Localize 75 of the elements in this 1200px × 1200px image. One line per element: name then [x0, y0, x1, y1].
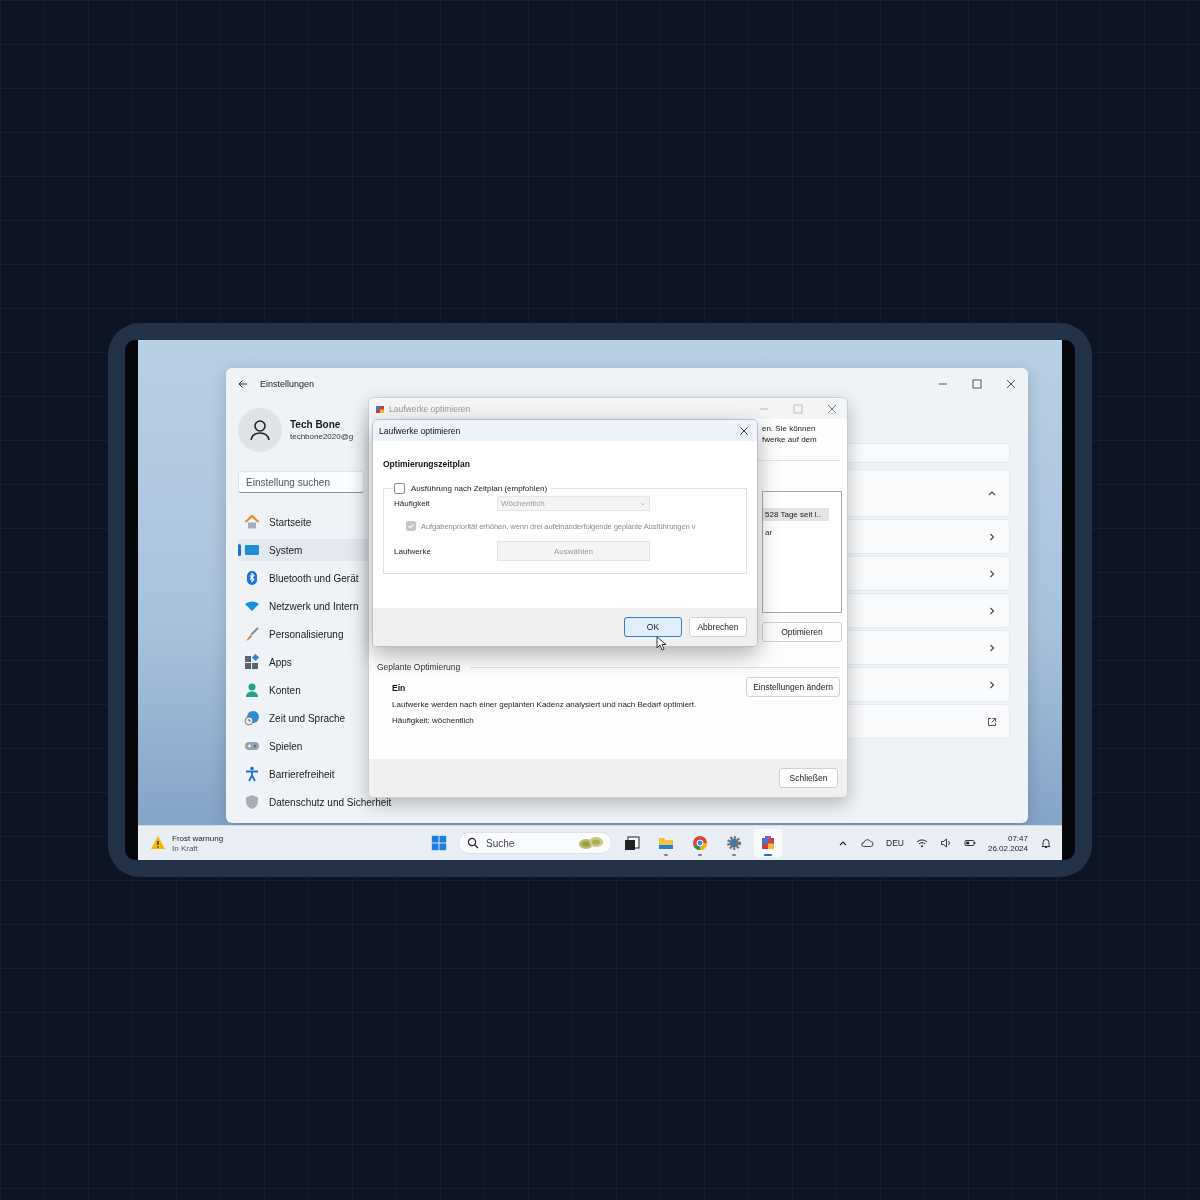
status-text: Ein	[392, 683, 407, 693]
wifi-icon[interactable]	[915, 837, 928, 849]
task-view-icon	[624, 835, 640, 851]
close-button[interactable]: Schließen	[779, 768, 838, 788]
apps-icon	[244, 654, 260, 670]
speaker-icon[interactable]	[939, 837, 952, 849]
description-text: fwerke auf dem	[762, 435, 818, 444]
weather-widget[interactable]: Frost warnung In Kraft	[150, 833, 250, 853]
chevron-right-icon	[987, 642, 997, 653]
nav-item[interactable]: Barrierefreiheit	[238, 763, 372, 785]
avatar	[238, 408, 282, 452]
field-label: Laufwerke	[394, 546, 432, 556]
user-name: Tech Bone	[290, 419, 342, 430]
battery-icon[interactable]	[963, 837, 976, 849]
monitor-icon	[244, 542, 260, 558]
taskbar-search[interactable]: Suche	[458, 832, 612, 854]
dialog-button[interactable]: Abbrechen	[689, 617, 747, 637]
field-label: Häufigkeit	[394, 499, 431, 508]
description-text: Laufwerke werden nach einer geplanten Kadenz analysiert und nach Bedarf optimiert.	[392, 700, 697, 709]
warning-icon	[150, 835, 166, 851]
bell-icon[interactable]	[1040, 837, 1052, 849]
window-title: Laufwerke optimieren	[389, 403, 471, 414]
cloud-icon[interactable]	[860, 838, 874, 848]
maximize-icon[interactable]	[972, 379, 982, 389]
brush-icon	[244, 626, 260, 642]
nav-item[interactable]: Datenschutz und Sicherheit	[238, 791, 392, 813]
nuts-icon	[577, 835, 605, 851]
person-icon	[244, 682, 260, 698]
chevron-right-icon	[987, 605, 997, 616]
accessibility-icon	[244, 766, 260, 782]
nav-item[interactable]: Konten	[238, 679, 372, 701]
chevron-right-icon	[987, 531, 997, 542]
optimize-button[interactable]: Optimieren	[762, 622, 842, 642]
checkbox-label: Ausführung nach Zeitplan (empfohlen)	[411, 484, 548, 493]
folder-icon	[658, 835, 674, 851]
close-icon[interactable]	[1006, 379, 1016, 389]
nav-item[interactable]: Netzwerk und Intern	[238, 595, 372, 617]
list-row[interactable]: ar	[763, 526, 829, 539]
list-row[interactable]: 528 Tage seit l..	[763, 508, 829, 521]
nav-item[interactable]: Bluetooth und Gerät	[238, 567, 372, 589]
house-icon	[244, 514, 260, 530]
weather-title: Frost warnung	[172, 833, 224, 843]
nav-item[interactable]: Startseite	[238, 511, 372, 533]
dialog-title: Laufwerke optimieren	[379, 425, 461, 436]
close-icon[interactable]	[739, 425, 749, 436]
frequency-text: Häufigkeit: wöchentlich	[392, 716, 475, 725]
nav-item[interactable]: Apps	[238, 651, 372, 673]
defrag-app-icon	[760, 835, 776, 851]
chevron-right-icon	[987, 568, 997, 579]
browser-icon	[692, 835, 708, 851]
user-email: techbone2020@g	[290, 432, 354, 441]
defrag-app-icon	[375, 403, 385, 414]
globe-clock-icon	[244, 710, 260, 726]
weather-subtitle: In Kraft	[172, 843, 199, 853]
external-link-icon	[987, 716, 997, 727]
change-settings-button[interactable]: Einstellungen ändern	[746, 677, 840, 697]
checkbox[interactable]	[394, 483, 405, 494]
clock[interactable]: 07:47 26.02.2024	[987, 833, 1028, 853]
windows-start-icon[interactable]	[430, 834, 448, 852]
shield-icon	[244, 794, 260, 810]
section-heading: Optimierungszeitplan	[383, 459, 471, 469]
nav-item[interactable]: Spielen	[238, 735, 372, 757]
search-field[interactable]: Einstellung suchen	[238, 471, 364, 493]
language-indicator[interactable]: DEU	[886, 838, 904, 848]
nav-item[interactable]: Zeit und Sprache	[238, 707, 372, 729]
gear-icon	[726, 835, 742, 851]
nav-item[interactable]: Personalisierung	[238, 623, 372, 645]
back-arrow-icon[interactable]	[238, 379, 248, 389]
bluetooth-icon	[244, 570, 260, 586]
section-heading: Geplante Optimierung	[377, 662, 461, 672]
chevron-right-icon	[987, 679, 997, 690]
description-text: en. Sie können	[762, 424, 817, 433]
dialog-button[interactable]: OK	[624, 617, 682, 637]
window-title: Einstellungen	[260, 379, 315, 389]
search-icon	[467, 837, 479, 849]
